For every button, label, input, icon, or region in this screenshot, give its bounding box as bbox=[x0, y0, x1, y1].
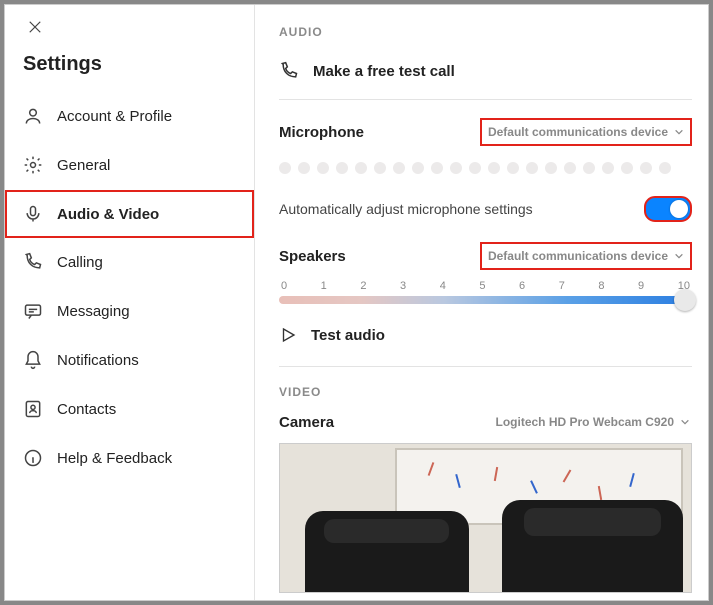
person-icon bbox=[23, 106, 43, 126]
audio-section-label: AUDIO bbox=[279, 25, 692, 39]
speakers-label: Speakers bbox=[279, 248, 346, 265]
speaker-scale-ticks: 0 1 2 3 4 5 6 7 8 9 10 bbox=[279, 280, 692, 292]
sidebar-nav: Account & Profile General Audio & Video … bbox=[5, 92, 254, 483]
sidebar-item-label: General bbox=[57, 157, 110, 174]
main-panel: AUDIO Make a free test call Microphone D… bbox=[255, 5, 708, 600]
sidebar-item-messaging[interactable]: Messaging bbox=[5, 287, 254, 336]
divider bbox=[279, 99, 692, 100]
auto-adjust-toggle[interactable] bbox=[644, 196, 692, 222]
sidebar-item-label: Calling bbox=[57, 254, 103, 271]
divider bbox=[279, 366, 692, 367]
contacts-icon bbox=[23, 399, 43, 419]
auto-adjust-label: Automatically adjust microphone settings bbox=[279, 201, 533, 217]
close-button[interactable] bbox=[23, 15, 47, 39]
chevron-down-icon bbox=[680, 417, 690, 427]
microphone-selected-value: Default communications device bbox=[488, 125, 668, 139]
test-call-label: Make a free test call bbox=[313, 63, 455, 80]
test-audio-button[interactable]: Test audio bbox=[279, 304, 692, 358]
sidebar-item-label: Notifications bbox=[57, 352, 139, 369]
microphone-row: Microphone Default communications device bbox=[279, 118, 692, 146]
settings-window: Settings Account & Profile General Audio… bbox=[4, 4, 709, 601]
sidebar-item-label: Contacts bbox=[57, 401, 116, 418]
sidebar-item-notifications[interactable]: Notifications bbox=[5, 336, 254, 385]
microphone-level-meter bbox=[279, 156, 692, 180]
sidebar-item-contacts[interactable]: Contacts bbox=[5, 385, 254, 434]
gear-icon bbox=[23, 155, 43, 175]
speaker-volume-slider[interactable]: 0 1 2 3 4 5 6 7 8 9 10 bbox=[279, 280, 692, 304]
sidebar-header bbox=[5, 5, 254, 39]
sidebar-item-general[interactable]: General bbox=[5, 141, 254, 190]
speaker-track bbox=[279, 296, 692, 304]
sidebar-item-label: Help & Feedback bbox=[57, 450, 172, 467]
chevron-down-icon bbox=[674, 127, 684, 137]
sidebar-item-audio-video[interactable]: Audio & Video bbox=[5, 190, 254, 238]
camera-row: Camera Logitech HD Pro Webcam C920 bbox=[279, 411, 692, 433]
video-section-label: VIDEO bbox=[279, 385, 692, 399]
sidebar-item-label: Account & Profile bbox=[57, 108, 172, 125]
camera-preview bbox=[279, 443, 692, 593]
speaker-thumb[interactable] bbox=[674, 289, 696, 311]
phone-icon bbox=[23, 252, 43, 272]
info-icon bbox=[23, 448, 43, 468]
camera-selected-value: Logitech HD Pro Webcam C920 bbox=[496, 415, 675, 429]
close-icon bbox=[28, 20, 42, 34]
sidebar-item-help[interactable]: Help & Feedback bbox=[5, 434, 254, 483]
sidebar-item-account[interactable]: Account & Profile bbox=[5, 92, 254, 141]
sidebar-item-calling[interactable]: Calling bbox=[5, 238, 254, 287]
chat-icon bbox=[23, 301, 43, 321]
chevron-down-icon bbox=[674, 251, 684, 261]
camera-label: Camera bbox=[279, 414, 334, 431]
microphone-icon bbox=[23, 204, 43, 224]
camera-dropdown[interactable]: Logitech HD Pro Webcam C920 bbox=[494, 411, 693, 433]
microphone-label: Microphone bbox=[279, 124, 364, 141]
sidebar-item-label: Messaging bbox=[57, 303, 130, 320]
page-title: Settings bbox=[5, 39, 254, 92]
auto-adjust-row: Automatically adjust microphone settings bbox=[279, 180, 692, 242]
test-call-button[interactable]: Make a free test call bbox=[279, 51, 692, 91]
bell-icon bbox=[23, 350, 43, 370]
phone-outline-icon bbox=[279, 61, 299, 81]
test-audio-label: Test audio bbox=[311, 327, 385, 344]
speakers-selected-value: Default communications device bbox=[488, 249, 668, 263]
speakers-row: Speakers Default communications device bbox=[279, 242, 692, 270]
sidebar: Settings Account & Profile General Audio… bbox=[5, 5, 255, 600]
microphone-dropdown[interactable]: Default communications device bbox=[480, 118, 692, 146]
sidebar-item-label: Audio & Video bbox=[57, 206, 159, 223]
play-icon bbox=[279, 326, 297, 344]
speakers-dropdown[interactable]: Default communications device bbox=[480, 242, 692, 270]
